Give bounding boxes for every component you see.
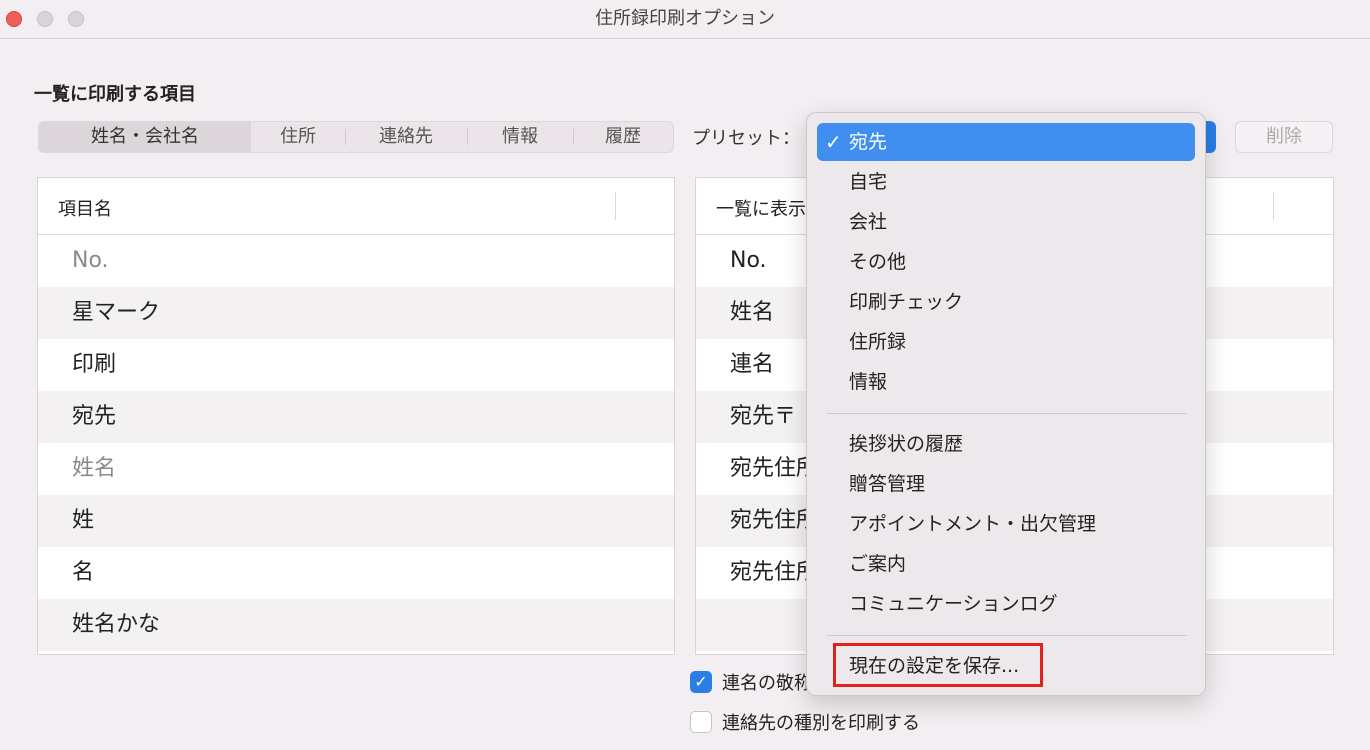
tab-info[interactable]: 情報 bbox=[467, 122, 573, 152]
delete-button[interactable]: 削除 bbox=[1235, 121, 1333, 153]
checkbox-label: 連名の敬称 bbox=[722, 673, 812, 694]
menu-item-recipient[interactable]: ✓ 宛先 bbox=[817, 123, 1195, 161]
checkbox-label: 連絡先の種別を印刷する bbox=[722, 713, 920, 734]
checkmark-icon: ✓ bbox=[825, 130, 842, 154]
tab-history[interactable]: 履歴 bbox=[573, 122, 673, 152]
checkbox-unchecked-icon[interactable] bbox=[690, 711, 712, 733]
table-row[interactable]: No. bbox=[38, 235, 674, 287]
column-divider[interactable] bbox=[1273, 192, 1274, 220]
table-row[interactable]: 名 bbox=[38, 547, 674, 599]
column-header-item-name[interactable]: 項目名 bbox=[58, 195, 112, 221]
menu-item-address-book[interactable]: 住所録 bbox=[817, 323, 1195, 361]
title-bar: 住所録印刷オプション bbox=[0, 0, 1370, 39]
menu-item-label: 宛先 bbox=[849, 131, 888, 153]
menu-item-other[interactable]: その他 bbox=[817, 243, 1195, 281]
menu-item-info[interactable]: 情報 bbox=[817, 363, 1195, 401]
table-header: 項目名 bbox=[38, 178, 674, 235]
table-row[interactable]: 印刷 bbox=[38, 339, 674, 391]
window-title: 住所録印刷オプション bbox=[595, 8, 775, 29]
preset-label: プリセット： bbox=[692, 128, 800, 149]
preset-dropdown-menu: ✓ 宛先 自宅 会社 その他 印刷チェック 住所録 情報 挨拶状の履歴 贈答管理… bbox=[806, 112, 1206, 696]
available-items-table: 項目名 No. 星マーク 印刷 宛先 姓名 姓 名 姓名かな bbox=[37, 177, 675, 655]
menu-separator bbox=[827, 413, 1187, 414]
checkbox-checked-icon[interactable]: ✓ bbox=[690, 671, 712, 693]
tab-contact[interactable]: 連絡先 bbox=[345, 122, 467, 152]
column-header-display[interactable]: 一覧に表示 bbox=[716, 195, 806, 221]
section-title: 一覧に印刷する項目 bbox=[34, 84, 196, 105]
menu-item-company[interactable]: 会社 bbox=[817, 203, 1195, 241]
table-row[interactable]: 姓名 bbox=[38, 443, 674, 495]
tab-name-company[interactable]: 姓名・会社名 bbox=[39, 122, 251, 152]
joint-name-honorific-option[interactable]: ✓ 連名の敬称 bbox=[690, 669, 812, 695]
table-row[interactable]: 姓名かな bbox=[38, 599, 674, 651]
print-contact-type-option[interactable]: 連絡先の種別を印刷する bbox=[690, 709, 920, 735]
tab-address[interactable]: 住所 bbox=[251, 122, 345, 152]
table-row[interactable]: 星マーク bbox=[38, 287, 674, 339]
menu-item-print-check[interactable]: 印刷チェック bbox=[817, 283, 1195, 321]
category-tabs: 姓名・会社名 住所 連絡先 情報 履歴 bbox=[38, 121, 674, 153]
menu-item-appointment-attendance[interactable]: アポイントメント・出欠管理 bbox=[817, 505, 1195, 543]
column-divider[interactable] bbox=[615, 192, 616, 220]
table-rows: No. 星マーク 印刷 宛先 姓名 姓 名 姓名かな bbox=[38, 235, 674, 651]
menu-item-invitation[interactable]: ご案内 bbox=[817, 545, 1195, 583]
menu-item-communication-log[interactable]: コミュニケーションログ bbox=[817, 585, 1195, 623]
table-row[interactable]: 姓 bbox=[38, 495, 674, 547]
menu-separator bbox=[827, 635, 1187, 636]
address-book-print-options-window: 住所録印刷オプション 一覧に印刷する項目 姓名・会社名 住所 連絡先 情報 履歴… bbox=[0, 0, 1370, 750]
menu-item-greeting-history[interactable]: 挨拶状の履歴 bbox=[817, 425, 1195, 463]
table-row[interactable]: 宛先 bbox=[38, 391, 674, 443]
highlight-annotation bbox=[833, 643, 1043, 687]
menu-item-home[interactable]: 自宅 bbox=[817, 163, 1195, 201]
menu-item-gift-management[interactable]: 贈答管理 bbox=[817, 465, 1195, 503]
